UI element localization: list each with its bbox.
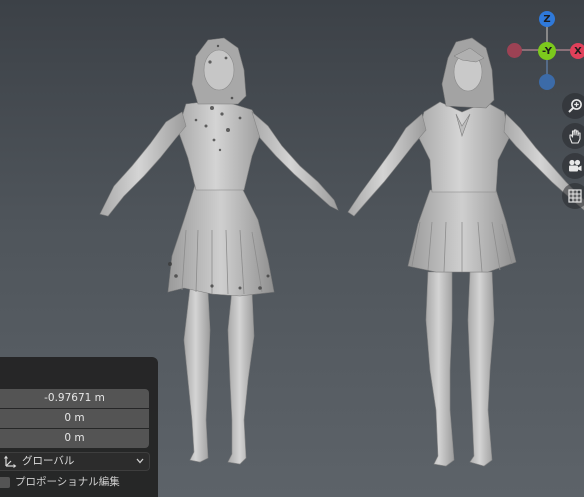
left-figure-arm-left [251, 111, 339, 211]
gizmo-x-label: X [574, 45, 582, 57]
ortho-toggle-button[interactable] [562, 183, 584, 209]
pan-button[interactable] [562, 123, 584, 149]
move-z-field[interactable]: 0 m [0, 429, 149, 448]
3d-viewport[interactable]: Z -Y X -0.97671 m 0 m 0 m グローバル プロポーショナル… [0, 0, 584, 497]
grid-icon [567, 188, 583, 204]
orientation-axes-icon [3, 455, 17, 475]
zoom-button[interactable] [562, 93, 584, 119]
left-figure-torso [177, 99, 263, 191]
gizmo-z-axis-button[interactable]: Z [539, 11, 555, 27]
camera-view-button[interactable] [562, 153, 584, 179]
proportional-edit-label[interactable]: プロポーショナル編集 [15, 475, 120, 489]
move-z-value: 0 m [64, 432, 85, 444]
orientation-value: グローバル [22, 455, 75, 467]
gizmo-x-axis-button[interactable]: X [570, 43, 584, 59]
left-figure-leg-left [227, 289, 255, 465]
move-x-field[interactable]: -0.97671 m [0, 389, 149, 408]
move-x-value: -0.97671 m [44, 392, 105, 404]
camera-icon [567, 158, 583, 174]
right-figure-arm-right [347, 113, 427, 217]
move-y-value: 0 m [64, 412, 85, 424]
orientation-dropdown[interactable]: グローバル [0, 452, 150, 471]
proportional-edit-checkbox[interactable] [0, 477, 10, 488]
gizmo-neg-x-axis-button[interactable] [507, 43, 522, 58]
gizmo-z-label: Z [543, 13, 551, 25]
chevron-down-icon [135, 454, 145, 474]
left-figure-skirt [167, 181, 275, 297]
right-figure-leg-left [467, 271, 495, 467]
right-figure-torso [417, 101, 511, 193]
left-figure-arm-right [99, 111, 187, 217]
gizmo-y-label: -Y [542, 45, 552, 57]
move-y-field[interactable]: 0 m [0, 409, 149, 428]
gizmo-neg-y-axis-button[interactable]: -Y [538, 42, 556, 60]
right-figure-leg-right [425, 271, 455, 467]
zoom-icon [567, 98, 583, 114]
gizmo-neg-z-axis-button[interactable] [539, 74, 555, 90]
left-figure-face [203, 49, 235, 91]
clean-figure-model[interactable] [347, 37, 584, 467]
hand-icon [567, 128, 583, 144]
left-figure-leg-right [183, 287, 211, 463]
